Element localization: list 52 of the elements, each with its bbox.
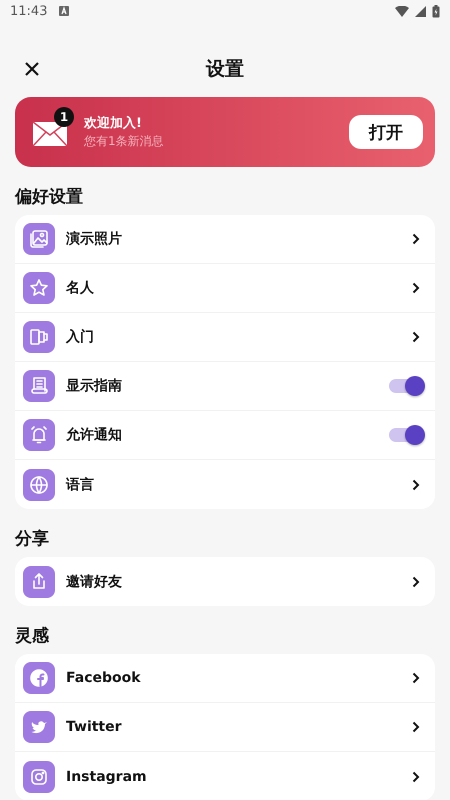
instagram-icon — [23, 760, 55, 792]
chevron-icon — [412, 282, 420, 294]
guide-icon — [23, 370, 55, 402]
wifi-icon — [395, 6, 409, 16]
row-label: 语言 — [66, 476, 95, 494]
notification-badge: 1 — [54, 107, 74, 127]
facebook-icon — [23, 662, 55, 694]
row-label: 显示指南 — [66, 377, 123, 395]
twitter-icon — [23, 711, 55, 743]
settings-row[interactable]: 邀请好友 — [15, 557, 435, 606]
chevron-icon — [412, 331, 420, 343]
chevron-icon — [412, 770, 420, 782]
banner-title: 欢迎加入! — [84, 114, 143, 132]
globe-icon — [23, 468, 55, 500]
section-title: 灵感 — [15, 625, 50, 647]
envelope-icon — [32, 121, 68, 147]
row-label: Facebook — [66, 670, 142, 686]
chevron-icon — [412, 721, 420, 733]
chevron-icon — [412, 233, 420, 245]
door-icon — [23, 321, 55, 353]
close-icon[interactable] — [24, 61, 40, 77]
photo-icon — [23, 223, 55, 255]
share-icon — [23, 566, 55, 598]
settings-row[interactable]: Facebook — [15, 654, 435, 703]
settings-row[interactable]: 名人 — [15, 264, 435, 313]
bell-icon — [23, 419, 55, 451]
banner-subtitle: 您有1条新消息 — [84, 133, 165, 150]
row-label: 入门 — [66, 328, 95, 346]
signal-icon — [415, 6, 426, 16]
chevron-icon — [412, 576, 420, 588]
page-title: 设置 — [206, 57, 244, 82]
settings-row[interactable]: 演示照片 — [15, 215, 435, 264]
row-label: 名人 — [66, 279, 95, 297]
battery-icon — [432, 4, 440, 18]
section-title: 分享 — [15, 528, 50, 550]
chevron-icon — [412, 478, 420, 490]
settings-row[interactable]: 入门 — [15, 313, 435, 362]
settings-row[interactable]: 显示指南 — [15, 362, 435, 411]
notification-icon — [59, 6, 70, 16]
settings-row[interactable]: Twitter — [15, 703, 435, 752]
row-label: 演示照片 — [66, 230, 123, 248]
open-button[interactable]: 打开 — [349, 115, 423, 149]
row-label: Twitter — [66, 719, 123, 735]
row-label: 允许通知 — [66, 426, 123, 444]
settings-row[interactable]: 语言 — [15, 460, 435, 509]
status-time: 11:43 — [10, 4, 48, 18]
chevron-icon — [412, 672, 420, 684]
settings-row[interactable]: Instagram — [15, 752, 435, 800]
section-title: 偏好设置 — [15, 186, 84, 208]
row-label: Instagram — [66, 768, 148, 784]
row-label: 邀请好友 — [66, 572, 123, 590]
settings-row[interactable]: 允许通知 — [15, 411, 435, 460]
